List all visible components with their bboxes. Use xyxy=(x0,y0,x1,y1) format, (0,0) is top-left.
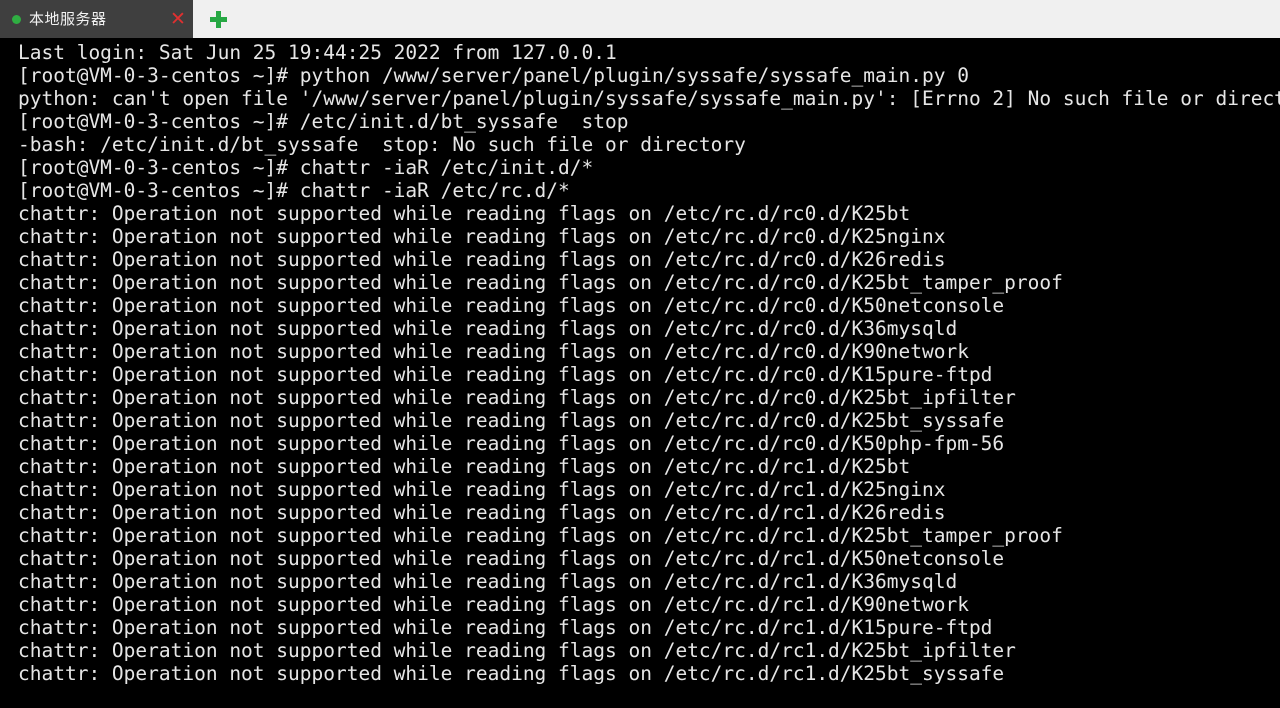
terminal-line: [root@VM-0-3-centos ~]# /etc/init.d/bt_s… xyxy=(18,110,629,133)
terminal-line: chattr: Operation not supported while re… xyxy=(18,225,946,248)
terminal-line: chattr: Operation not supported while re… xyxy=(18,294,1005,317)
terminal-line: chattr: Operation not supported while re… xyxy=(18,478,946,501)
new-tab-button[interactable] xyxy=(193,0,243,38)
terminal-line: chattr: Operation not supported while re… xyxy=(18,639,1016,662)
plus-icon xyxy=(209,10,227,28)
terminal-line: Last login: Sat Jun 25 19:44:25 2022 fro… xyxy=(18,41,617,64)
terminal-line: [root@VM-0-3-centos ~]# python /www/serv… xyxy=(18,64,969,87)
terminal-line: [root@VM-0-3-centos ~]# chattr -iaR /etc… xyxy=(18,156,594,179)
terminal-line: -bash: /etc/init.d/bt_syssafe stop: No s… xyxy=(18,133,746,156)
terminal-line: chattr: Operation not supported while re… xyxy=(18,317,958,340)
terminal-lines: Last login: Sat Jun 25 19:44:25 2022 fro… xyxy=(18,38,1280,685)
terminal-line: [root@VM-0-3-centos ~]# chattr -iaR /etc… xyxy=(18,179,570,202)
tab-title: 本地服务器 xyxy=(29,10,107,28)
terminal-line: chattr: Operation not supported while re… xyxy=(18,616,993,639)
terminal-line: chattr: Operation not supported while re… xyxy=(18,570,958,593)
terminal-line: python: can't open file '/www/server/pan… xyxy=(18,87,1280,110)
terminal-line: chattr: Operation not supported while re… xyxy=(18,202,911,225)
terminal-line: chattr: Operation not supported while re… xyxy=(18,271,1063,294)
terminal-line: chattr: Operation not supported while re… xyxy=(18,501,946,524)
terminal-line: chattr: Operation not supported while re… xyxy=(18,386,1016,409)
tab-bar: 本地服务器 ✕ xyxy=(0,0,1280,38)
terminal-line: chattr: Operation not supported while re… xyxy=(18,547,1005,570)
terminal-line: chattr: Operation not supported while re… xyxy=(18,409,1005,432)
terminal-output-pane[interactable]: Last login: Sat Jun 25 19:44:25 2022 fro… xyxy=(0,38,1280,708)
terminal-line: chattr: Operation not supported while re… xyxy=(18,248,946,271)
terminal-line: chattr: Operation not supported while re… xyxy=(18,524,1063,547)
terminal-line: chattr: Operation not supported while re… xyxy=(18,455,911,478)
close-icon[interactable]: ✕ xyxy=(163,0,193,38)
terminal-tab-local-server[interactable]: 本地服务器 ✕ xyxy=(0,0,193,38)
terminal-line: chattr: Operation not supported while re… xyxy=(18,593,969,616)
connection-status-dot xyxy=(12,14,21,24)
terminal-line: chattr: Operation not supported while re… xyxy=(18,662,1005,685)
terminal-line: chattr: Operation not supported while re… xyxy=(18,340,969,363)
terminal-line: chattr: Operation not supported while re… xyxy=(18,432,1005,455)
terminal-line: chattr: Operation not supported while re… xyxy=(18,363,993,386)
